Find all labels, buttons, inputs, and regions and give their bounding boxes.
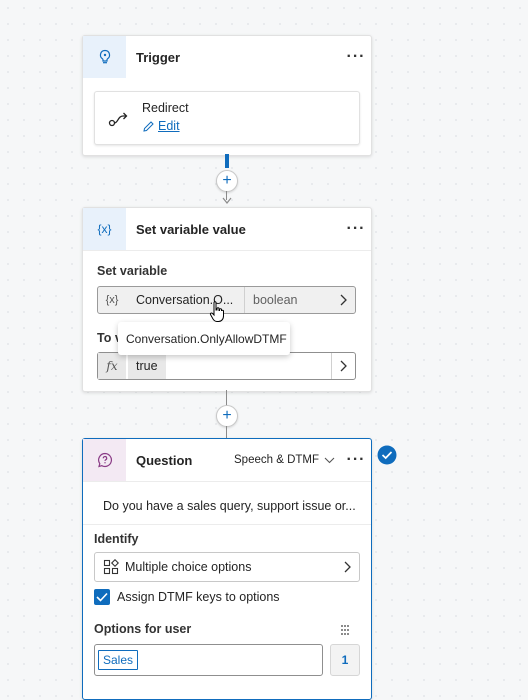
- redirect-icon: [108, 112, 128, 127]
- function-icon: fx: [98, 353, 126, 379]
- input-mode-value: Speech & DTMF: [234, 454, 319, 466]
- connector-trigger-bar: [225, 154, 229, 168]
- identify-select[interactable]: Multiple choice options: [94, 552, 360, 582]
- tooltip-text: Conversation.OnlyAllowDTMF: [126, 331, 287, 346]
- add-node-button-2[interactable]: +: [216, 405, 238, 427]
- variable-tooltip: Conversation.OnlyAllowDTMF: [118, 322, 290, 355]
- identify-label: Identify: [94, 532, 139, 546]
- options-label: Options for user: [94, 622, 192, 636]
- chevron-down-icon: [324, 457, 335, 463]
- arrow-down-icon: [222, 197, 232, 204]
- option-input[interactable]: Sales: [94, 644, 323, 676]
- option-key-box[interactable]: 1: [330, 644, 360, 676]
- trigger-node[interactable]: Trigger ··· Redirect Edit: [82, 35, 372, 156]
- option-key: 1: [341, 653, 349, 667]
- trigger-icon-box: [83, 36, 126, 78]
- variable-icon-box: {x}: [83, 208, 126, 250]
- plus-icon: +: [222, 172, 232, 189]
- question-icon: [97, 452, 112, 468]
- checkmark-icon: [96, 592, 108, 602]
- chevron-right-icon: [340, 294, 347, 306]
- variable-select[interactable]: {x} Conversation.O... boolean: [97, 286, 356, 314]
- variable-prefix-icon: {x}: [105, 294, 119, 306]
- dtmf-checkbox[interactable]: [94, 589, 110, 605]
- chevron-right-icon: [344, 561, 351, 573]
- redirect-action[interactable]: Redirect Edit: [94, 91, 360, 145]
- option-chip: Sales: [98, 650, 139, 670]
- value-input[interactable]: fx true: [97, 352, 356, 380]
- variable-divider: [244, 287, 245, 313]
- trigger-header: Trigger ···: [83, 36, 371, 78]
- question-header: Question Speech & DTMF ···: [83, 439, 371, 482]
- connector-line-2a: [226, 390, 227, 406]
- trigger-more-button[interactable]: ···: [341, 48, 371, 66]
- connector-line-2b: [226, 426, 227, 438]
- plus-icon: +: [222, 407, 232, 424]
- mouse-cursor-icon: [209, 301, 224, 322]
- edit-link-text: Edit: [158, 119, 180, 133]
- question-more-button[interactable]: ···: [341, 451, 371, 469]
- question-node[interactable]: Question Speech & DTMF ··· Do you have a…: [82, 438, 372, 700]
- question-prompt: Do you have a sales query, support issue…: [103, 499, 356, 513]
- set-variable-node[interactable]: {x} Set variable value ··· Set variable …: [82, 207, 372, 392]
- set-variable-header: {x} Set variable value ···: [83, 208, 371, 251]
- lightbulb-icon: [99, 49, 110, 64]
- variable-icon: {x}: [97, 222, 112, 236]
- drag-handle-icon[interactable]: [340, 624, 350, 636]
- chevron-right-icon: [340, 360, 347, 372]
- set-variable-title: Set variable value: [136, 221, 246, 237]
- prompt-divider: [83, 524, 371, 525]
- question-title: Question: [136, 452, 193, 468]
- dtmf-checkbox-row[interactable]: Assign DTMF keys to options: [94, 589, 280, 605]
- redirect-label: Redirect: [142, 101, 189, 115]
- variable-type: boolean: [253, 293, 298, 307]
- set-variable-more-button[interactable]: ···: [341, 220, 371, 238]
- trigger-title: Trigger: [136, 49, 181, 65]
- check-circle-icon: [377, 445, 397, 465]
- identify-value: Multiple choice options: [125, 560, 252, 574]
- value-divider: [331, 353, 332, 379]
- dtmf-checkbox-label: Assign DTMF keys to options: [117, 590, 280, 604]
- value-text: true: [128, 353, 166, 379]
- set-variable-label: Set variable: [97, 264, 168, 278]
- value-chip: true: [136, 359, 158, 373]
- input-mode-dropdown[interactable]: Speech & DTMF: [234, 454, 335, 466]
- edit-link[interactable]: Edit: [142, 119, 180, 133]
- multiple-choice-icon: [103, 559, 119, 575]
- add-node-button-1[interactable]: +: [216, 170, 238, 192]
- question-icon-box: [83, 439, 126, 481]
- pencil-icon: [143, 120, 154, 132]
